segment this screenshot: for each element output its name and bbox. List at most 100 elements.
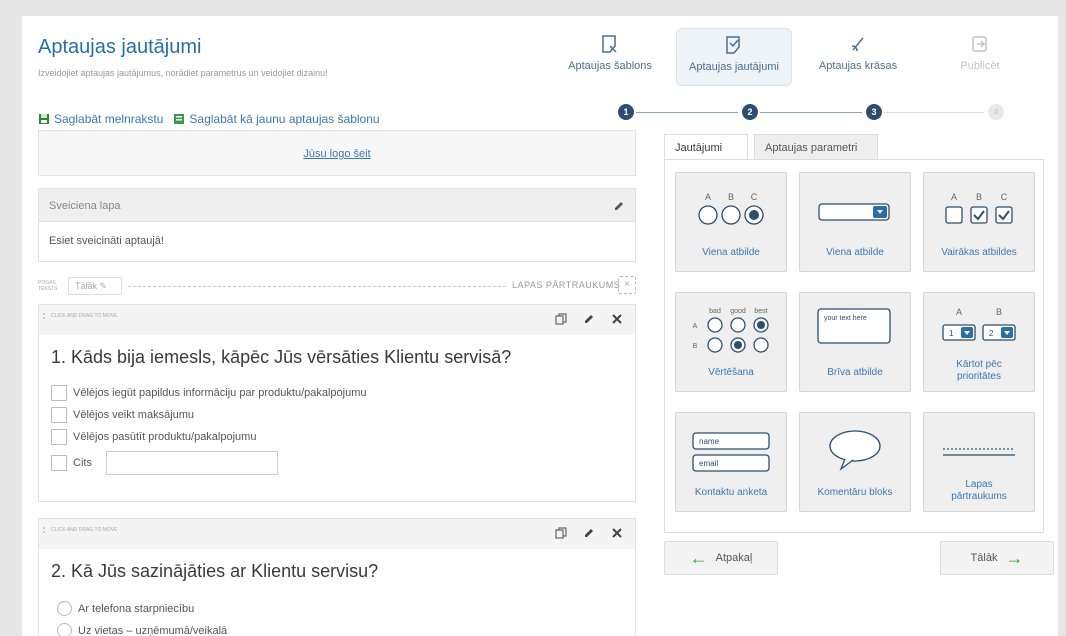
page-break: POGAS TEKSTS Tālāk ✎ LAPAS PĀRTRAUKUMS × bbox=[38, 276, 636, 296]
remove-page-break-button[interactable]: × bbox=[618, 276, 636, 294]
svg-text:A: A bbox=[951, 192, 957, 202]
text-area-icon: your text here bbox=[817, 308, 891, 344]
tab-survey-parameters[interactable]: Aptaujas parametri bbox=[754, 134, 878, 160]
question-tools bbox=[555, 313, 623, 325]
save-template-label: Saglabāt kā jaunu aptaujas šablonu bbox=[189, 112, 380, 126]
tile-contact-form[interactable]: name email Kontaktu anketa bbox=[675, 412, 787, 512]
page-break-next-button[interactable]: Tālāk ✎ bbox=[68, 277, 122, 295]
back-button[interactable]: ← Atpakaļ bbox=[664, 541, 778, 575]
dropdown-icon bbox=[818, 203, 890, 221]
back-label: Atpakaļ bbox=[715, 552, 753, 564]
tile-label-line: Lapas bbox=[965, 479, 993, 490]
option-checkbox[interactable] bbox=[51, 385, 67, 401]
svg-text:bad: bad bbox=[709, 308, 721, 315]
option-radio[interactable] bbox=[57, 601, 72, 616]
step-template[interactable]: Aptaujas šablons bbox=[552, 28, 668, 86]
question-toolbar: CLICK AND DRAG TO MOVE bbox=[39, 519, 635, 549]
option-radio[interactable] bbox=[57, 623, 72, 636]
page-break-next-label: Tālāk bbox=[75, 281, 98, 291]
question-card: CLICK AND DRAG TO MOVE 2. Kā Jūs sazināj… bbox=[38, 518, 636, 636]
template-step-icon bbox=[602, 35, 617, 53]
tile-rating[interactable]: bad good best A B Vērtēšana bbox=[675, 292, 787, 392]
other-text-input[interactable] bbox=[105, 451, 278, 475]
svg-text:1: 1 bbox=[949, 329, 954, 338]
tile-label: Vērtēšana bbox=[708, 367, 754, 378]
drag-handle[interactable]: CLICK AND DRAG TO MOVE bbox=[43, 313, 123, 319]
svg-text:C: C bbox=[1001, 192, 1008, 202]
tile-single-answer-dropdown[interactable]: Viena atbilde bbox=[799, 172, 911, 272]
svg-text:name: name bbox=[699, 437, 720, 446]
question-type-palette: A B C Viena atbilde Viena atbilde A B C … bbox=[664, 159, 1044, 533]
save-draft-button[interactable]: Saglabāt melnrakstu bbox=[38, 112, 163, 126]
edit-pencil-icon[interactable] bbox=[583, 313, 595, 325]
tile-single-answer-radio[interactable]: A B C Viena atbilde bbox=[675, 172, 787, 272]
tile-label-line: pārtraukums bbox=[951, 491, 1007, 502]
delete-icon[interactable] bbox=[611, 527, 623, 539]
svg-text:A: A bbox=[705, 192, 711, 202]
svg-text:B: B bbox=[976, 192, 982, 202]
logo-link[interactable]: Jūsu logo šeit bbox=[39, 148, 635, 160]
priority-selects-icon: A B 1 2 bbox=[942, 307, 1016, 341]
option-row: Ar telefona starpniecību bbox=[57, 601, 194, 616]
template-icon bbox=[174, 114, 185, 124]
option-row: Cits bbox=[51, 451, 278, 475]
next-button[interactable]: Tālāk → bbox=[940, 541, 1054, 575]
option-row: Vēlējos pasūtīt produktu/pakalpojumu bbox=[51, 429, 256, 445]
speech-bubble-icon bbox=[829, 430, 881, 471]
tile-multiple-answers[interactable]: A B C Vairākas atbildes bbox=[923, 172, 1035, 272]
delete-icon[interactable] bbox=[611, 313, 623, 325]
svg-text:good: good bbox=[730, 308, 746, 315]
welcome-text: Esiet sveicināti aptaujā! bbox=[49, 235, 164, 247]
publish-icon bbox=[972, 36, 987, 52]
tile-label: Kontaktu anketa bbox=[694, 487, 768, 498]
step-dot-3: 3 bbox=[866, 104, 882, 120]
drag-handle[interactable]: CLICK AND DRAG TO MOVE bbox=[43, 527, 123, 533]
step-publish[interactable]: Publicēt bbox=[922, 28, 1038, 86]
option-checkbox[interactable] bbox=[51, 429, 67, 445]
option-label: Uz vietas – uzņēmumā/veikalā bbox=[78, 624, 228, 636]
tile-page-break[interactable]: Lapas pārtraukums bbox=[923, 412, 1035, 512]
question-tools bbox=[555, 527, 623, 539]
tile-label: Lapas pārtraukums bbox=[924, 479, 1034, 503]
option-checkbox[interactable] bbox=[51, 455, 67, 471]
tile-priority-ranking[interactable]: A B 1 2 Kārtot pēc prioritātes bbox=[923, 292, 1035, 392]
option-label: Cits bbox=[73, 457, 92, 469]
tile-comment-block[interactable]: Komentāru bloks bbox=[799, 412, 911, 512]
tile-free-text[interactable]: your text here Brīva atbilde bbox=[799, 292, 911, 392]
question-card: CLICK AND DRAG TO MOVE 1. Kāds bija ieme… bbox=[38, 304, 636, 502]
welcome-header: Sveiciena lapa bbox=[38, 188, 636, 222]
option-label: Vēlējos pasūtīt produktu/pakalpojumu bbox=[73, 431, 257, 443]
option-label: Ar telefona starpniecību bbox=[78, 602, 195, 615]
page-title: Aptaujas jautājumi bbox=[38, 36, 202, 58]
edit-pencil-icon: ✎ bbox=[99, 281, 108, 291]
copy-icon[interactable] bbox=[555, 527, 567, 539]
svg-text:B: B bbox=[996, 307, 1002, 317]
option-row: Uz vietas – uzņēmumā/veikalā bbox=[57, 623, 227, 636]
next-label: Tālāk bbox=[970, 552, 998, 564]
step-colors[interactable]: Aptaujas krāsas bbox=[800, 28, 916, 86]
question-title: 1. Kāds bija iemesls, kāpēc Jūs vērsātie… bbox=[51, 347, 512, 367]
svg-text:2: 2 bbox=[989, 329, 994, 338]
brush-icon bbox=[851, 37, 864, 52]
copy-icon[interactable] bbox=[555, 313, 567, 325]
button-text-label: POGAS TEKSTS bbox=[38, 280, 58, 292]
step-colors-label: Aptaujas krāsas bbox=[818, 60, 898, 72]
step-dot-2: 2 bbox=[742, 104, 758, 120]
page-break-label: LAPAS PĀRTRAUKUMS bbox=[512, 280, 621, 290]
logo-area: Jūsu logo šeit bbox=[38, 130, 636, 176]
contact-form-icon: name email bbox=[692, 432, 770, 472]
wizard-steps: Aptaujas šablons Aptaujas jautājumi Apta… bbox=[552, 28, 1052, 128]
option-row: Vēlējos iegūt papildus informāciju par p… bbox=[51, 385, 367, 401]
radio-buttons-icon: A B C bbox=[698, 192, 764, 225]
step-connector bbox=[884, 112, 984, 113]
save-template-button[interactable]: Saglabāt kā jaunu aptaujas šablonu bbox=[173, 112, 380, 126]
step-template-label: Aptaujas šablons bbox=[568, 60, 652, 72]
option-row: Vēlējos veikt maksājumu bbox=[51, 407, 194, 423]
step-questions[interactable]: Aptaujas jautājumi bbox=[676, 28, 792, 86]
tab-questions[interactable]: Jautājumi bbox=[664, 134, 748, 160]
option-checkbox[interactable] bbox=[51, 407, 67, 423]
edit-pencil-icon[interactable] bbox=[613, 200, 625, 212]
edit-pencil-icon[interactable] bbox=[583, 527, 595, 539]
checkboxes-icon: A B C bbox=[945, 192, 1013, 224]
svg-text:A: A bbox=[956, 307, 962, 317]
